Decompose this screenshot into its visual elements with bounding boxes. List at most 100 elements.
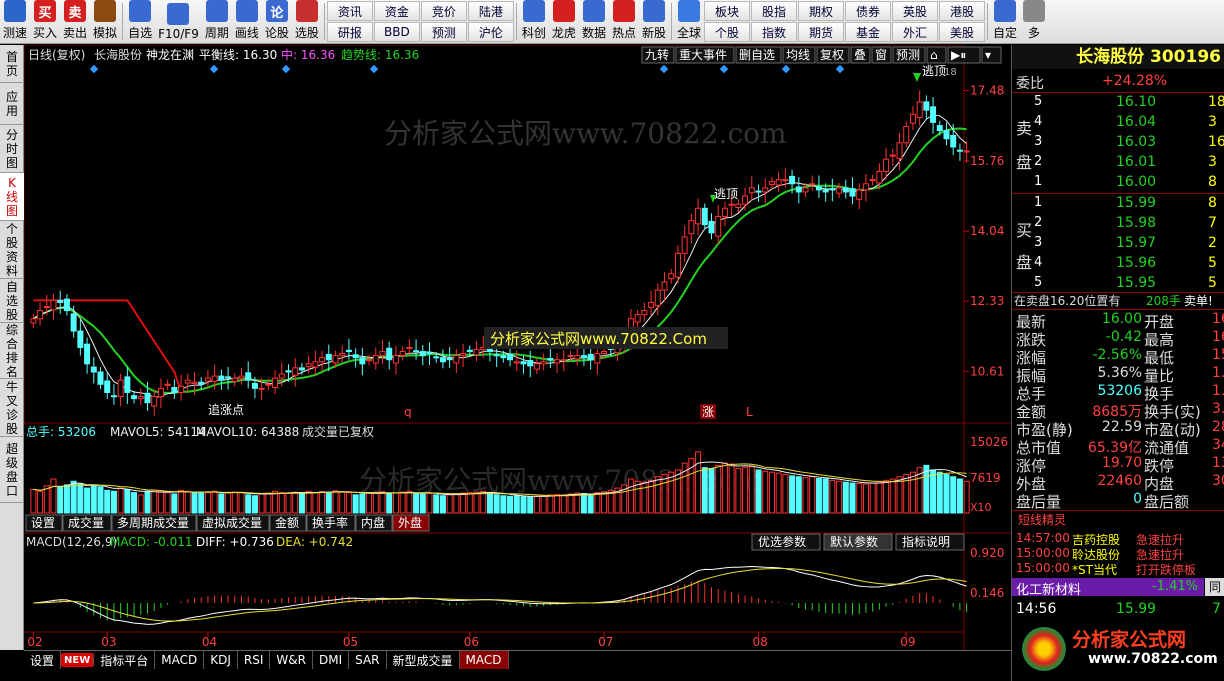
chart-top-tab[interactable]: 九转	[641, 46, 675, 64]
left-tab-2[interactable]: 分时图	[0, 125, 24, 173]
bottom-tab-7[interactable]: DMI	[313, 651, 350, 669]
toolbar-zhouqi-button[interactable]: 周期	[202, 0, 232, 43]
toolbar-grid-button[interactable]: 美股	[939, 22, 985, 42]
toolbar-grid-button[interactable]: 板块	[704, 1, 750, 21]
candle	[567, 355, 574, 358]
toolbar-f10-button[interactable]: F10/F9	[155, 0, 202, 43]
vol-tab[interactable]: 内盘	[355, 514, 393, 532]
toolbar-grid-button[interactable]: 英股	[892, 1, 938, 21]
chart-top-tab[interactable]: 均线	[782, 46, 816, 64]
kline-chart-area[interactable]: 日线(复权) 长海股份 神龙在渊 平衡线: 16.30 中: 16.36 趋势线: 16.…	[23, 44, 1011, 650]
left-tab-1[interactable]: 应用	[0, 83, 24, 125]
left-tab-5[interactable]: 自选股	[0, 279, 24, 323]
vol-tab[interactable]: 多周期成交量	[111, 514, 197, 532]
toolbar-grid-button[interactable]: 个股	[704, 22, 750, 42]
macd-button[interactable]: 指标说明	[895, 533, 965, 551]
candle	[392, 355, 399, 364]
toolbar-redian-button[interactable]: 热点	[609, 0, 639, 43]
toolbar-grid-button[interactable]: 港股	[939, 1, 985, 21]
toolbar-cedian-button[interactable]: 测速	[0, 0, 30, 43]
vol-tab[interactable]: 虚拟成交量	[196, 514, 270, 532]
toolbar-grid-button[interactable]: 期权	[798, 1, 844, 21]
left-tab-7[interactable]: 牛叉诊股	[0, 379, 24, 437]
toolbar-grid-button[interactable]: 指数	[751, 22, 797, 42]
event-marker-icon[interactable]	[781, 64, 791, 74]
sector-same-button[interactable]: 同	[1205, 578, 1224, 596]
event-marker-icon[interactable]	[369, 64, 379, 74]
toolbar-grid-button[interactable]: 期货	[798, 22, 844, 42]
chart-top-tab[interactable]: 重大事件	[675, 46, 735, 64]
vol-tab[interactable]: 外盘	[392, 514, 430, 532]
toolbar-grid-button[interactable]: 外汇	[892, 22, 938, 42]
left-tab-3[interactable]: K线图	[0, 173, 24, 221]
toolbar-zixuan-button[interactable]: 自选	[125, 0, 155, 43]
toolbar-grid-button[interactable]: 研报	[326, 22, 373, 42]
chart-top-tab[interactable]: 删自选	[735, 46, 782, 64]
chart-top-tab[interactable]: 窗	[871, 46, 892, 64]
event-marker-icon[interactable]	[281, 64, 291, 74]
chart-top-tab[interactable]: 预测	[892, 46, 926, 64]
toolbar-zidingyi-button[interactable]: 自定	[990, 0, 1020, 43]
event-marker-icon[interactable]	[659, 64, 669, 74]
toolbar-grid-button[interactable]: 沪伦	[467, 22, 514, 42]
toolbar-grid-button[interactable]: 债券	[845, 1, 891, 21]
event-marker-icon[interactable]	[209, 64, 219, 74]
toolbar-shuju-button[interactable]: 数据	[579, 0, 609, 43]
bottom-tab-0[interactable]: 设置	[24, 651, 62, 669]
toolbar-lungu-button[interactable]: 论论股	[262, 0, 292, 43]
bottom-tab-6[interactable]: W&R	[270, 651, 313, 669]
chart-top-tab[interactable]: ▾	[981, 46, 1002, 64]
bottom-tab-10[interactable]: MACD	[459, 651, 509, 669]
toolbar-xingu-label: 新股	[641, 26, 666, 40]
left-tab-6[interactable]: 综合排名	[0, 323, 24, 379]
toolbar-kechuang-button[interactable]: 科创	[519, 0, 549, 43]
chart-top-tab[interactable]: ⌂	[926, 46, 947, 64]
bottom-tab-8[interactable]: SAR	[349, 651, 387, 669]
toolbar-duo-button[interactable]: 多	[1020, 0, 1048, 43]
left-tab-0[interactable]: 首页	[0, 45, 24, 83]
macd-button[interactable]: 默认参数	[823, 533, 893, 551]
left-tab-label: 个股资料	[5, 221, 18, 278]
macd-button[interactable]: 优选参数	[751, 533, 821, 551]
toolbar-sim-button[interactable]: 模拟	[90, 0, 120, 43]
left-tab-4[interactable]: 个股资料	[0, 221, 24, 279]
toolbar-xuangu-button[interactable]: 选股	[292, 0, 322, 43]
bottom-tab-4[interactable]: KDJ	[204, 651, 238, 669]
vol-tab[interactable]: 成交量	[62, 514, 112, 532]
vol-tab[interactable]: 换手率	[306, 514, 356, 532]
chart-top-tab[interactable]: 叠	[850, 46, 871, 64]
toolbar-longhu-button[interactable]: 龙虎	[549, 0, 579, 43]
toolbar-grid-button[interactable]: 竞价	[420, 1, 467, 21]
toolbar-grid-button[interactable]: 资金	[373, 1, 420, 21]
toolbar-grid-button[interactable]: 预测	[420, 22, 467, 42]
candle	[104, 380, 111, 393]
chart-top-tab[interactable]: ▶⏸	[947, 46, 981, 64]
sector-bar[interactable]: 化工新材料 -1.41%	[1012, 578, 1204, 598]
event-marker-icon[interactable]	[835, 64, 845, 74]
toolbar-grid-button[interactable]: 资讯	[326, 1, 373, 21]
left-tab-8[interactable]: 超级盘口	[0, 437, 24, 503]
toolbar-grid-button[interactable]: 股指	[751, 1, 797, 21]
toolbar-quanqiu-button[interactable]: 全球	[674, 0, 704, 43]
chart-svg[interactable]: 日线(复权) 长海股份 神龙在渊 平衡线: 16.30 中: 16.36 趋势线: 16.…	[23, 44, 1011, 650]
toolbar-grid-button[interactable]: 陆港	[467, 1, 514, 21]
toolbar-grid-button[interactable]: BBD	[373, 22, 420, 42]
event-marker-icon[interactable]	[89, 64, 99, 74]
toolbar-sell-button[interactable]: 卖卖出	[60, 0, 90, 43]
candle	[950, 134, 957, 148]
vol-tab[interactable]: 金额	[269, 514, 307, 532]
toolbar-huaxian-button[interactable]: 画线	[232, 0, 262, 43]
toolbar-xingu-button[interactable]: 新股	[639, 0, 669, 43]
toolbar-xuangu-label: 选股	[294, 26, 319, 40]
vol-tab[interactable]: 设置	[25, 514, 63, 532]
event-marker-icon[interactable]	[719, 64, 729, 74]
bottom-tab-3[interactable]: MACD	[155, 651, 205, 669]
bottom-tab-2[interactable]: 指标平台	[94, 651, 156, 669]
bottom-tab-1[interactable]: NEW	[61, 653, 95, 667]
bottom-tab-9[interactable]: 新型成交量	[387, 651, 460, 669]
bottom-tab-5[interactable]: RSI	[238, 651, 271, 669]
volume-bar	[231, 491, 238, 514]
toolbar-grid-button[interactable]: 基金	[845, 22, 891, 42]
toolbar-buy-button[interactable]: 买买入	[30, 0, 60, 43]
chart-top-tab[interactable]: 复权	[816, 46, 850, 64]
